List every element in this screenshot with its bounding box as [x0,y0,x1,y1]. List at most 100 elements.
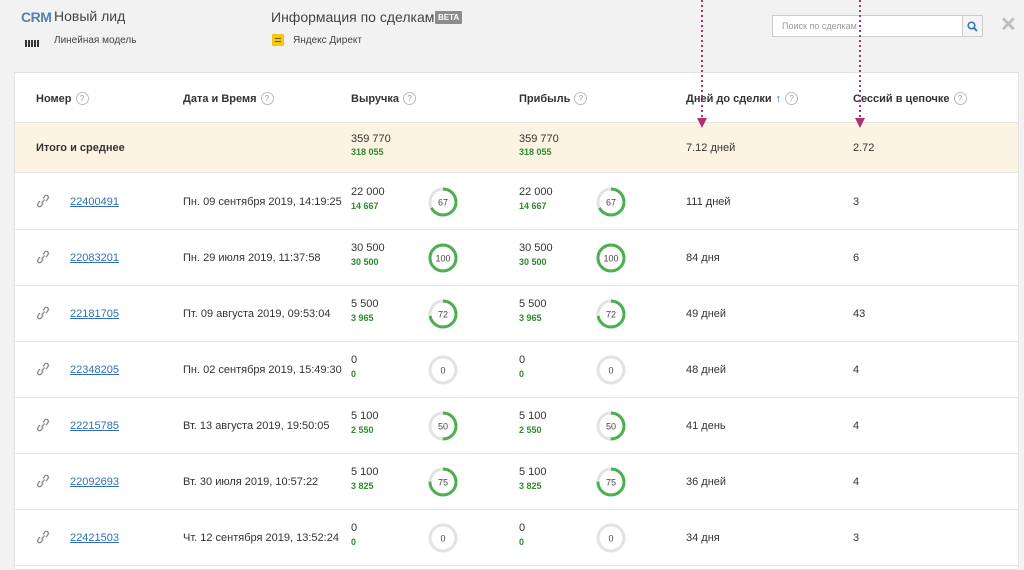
deal-datetime: Вт. 13 августа 2019, 19:50:05 [183,420,330,432]
svg-text:67: 67 [606,198,616,208]
deal-datetime: Пн. 29 июля 2019, 11:37:58 [183,252,321,264]
link-icon[interactable] [35,362,51,376]
svg-text:72: 72 [606,310,616,320]
table-row: 22421503 Чт. 12 сентября 2019, 13:52:24 0 0… [15,510,1018,566]
days-to-deal: 49 дней [686,308,727,320]
table-row: 22092693 Вт. 30 июля 2019, 10:57:22 5 100 3… [15,454,1018,510]
revenue-percent-donut: 75 [427,466,459,498]
svg-text:75: 75 [606,478,616,488]
lead-title: Новый лид [54,8,126,24]
svg-text:50: 50 [438,422,448,432]
totals-sessions: 2.72 [853,142,875,154]
days-to-deal: 34 дня [686,532,720,544]
col-number[interactable]: Номер? [36,92,89,105]
help-icon[interactable]: ? [574,92,588,105]
deal-number-link[interactable]: 22348205 [70,364,119,376]
profit-percent-donut: 72 [595,298,627,330]
revenue-percent-donut: 67 [427,186,459,218]
search-input[interactable]: Поиск по сделкам [772,15,965,37]
svg-text:100: 100 [603,254,618,264]
profit-cell: 5 100 2 550 [519,410,547,435]
search-button[interactable] [962,15,983,37]
svg-text:50: 50 [606,422,616,432]
svg-text:0: 0 [440,366,445,376]
profit-cell: 00 [519,522,526,547]
days-to-deal: 84 дня [686,252,720,264]
sessions-count: 6 [853,252,860,264]
revenue-percent-donut: 72 [427,298,459,330]
table-row: 22215785 Вт. 13 августа 2019, 19:50:05 5 1… [15,398,1018,454]
deals-table: Номер? Дата и Время? Выручка? Прибыль? Д… [14,72,1019,570]
svg-text:0: 0 [608,534,613,544]
days-to-deal: 111 дней [686,196,731,208]
deals-info-title: Информация по сделкам [271,9,435,25]
revenue-percent-donut: 0 [427,522,459,554]
days-to-deal: 41 день [686,420,726,432]
revenue-cell: 5 500 3 965 [351,298,379,323]
totals-profit: 359 770 318 055 [519,133,559,157]
totals-days: 7.12 дней [686,142,736,154]
attribution-model-label[interactable]: Линейная модель [54,35,136,46]
deal-datetime: Пт. 09 августа 2019, 09:53:04 [183,308,331,320]
table-row: 22348205 Пн. 02 сентября 2019, 15:49:30 0 0… [15,342,1018,398]
profit-percent-donut: 100 [595,242,627,274]
sessions-count: 43 [853,308,866,320]
link-icon[interactable] [35,306,51,320]
days-to-deal: 48 дней [686,364,727,376]
help-icon[interactable]: ? [403,92,417,105]
table-row: 22181705 Пт. 09 августа 2019, 09:53:04 5 5… [15,286,1018,342]
svg-text:72: 72 [438,310,448,320]
bars-icon [25,39,41,47]
sort-arrow-icon[interactable]: ↑ [776,93,782,105]
help-icon[interactable]: ? [953,92,967,105]
svg-text:0: 0 [440,534,445,544]
deal-number-link[interactable]: 22421503 [70,532,119,544]
col-datetime[interactable]: Дата и Время? [183,92,274,105]
profit-percent-donut: 50 [595,410,627,442]
table-row: 22400491 Пн. 09 сентября 2019, 14:19:25 22… [15,174,1018,230]
deal-number-link[interactable]: 22083201 [70,252,119,264]
profit-percent-donut: 0 [595,522,627,554]
svg-text:100: 100 [435,254,450,264]
col-sessions[interactable]: Сессий в цепочке? [853,92,967,105]
deal-number-link[interactable]: 22400491 [70,196,119,208]
profit-percent-donut: 0 [595,354,627,386]
source-label: Яндекс Директ [293,35,362,46]
col-days-to-deal[interactable]: Дней до сделки ↑? [686,92,799,105]
link-icon[interactable] [35,418,51,432]
help-icon[interactable]: ? [260,92,274,105]
link-icon[interactable] [35,194,51,208]
profit-percent-donut: 67 [595,186,627,218]
help-icon[interactable]: ? [785,92,799,105]
revenue-cell: 00 [351,522,358,547]
totals-revenue: 359 770 318 055 [351,133,391,157]
close-icon[interactable]: ✕ [1000,15,1017,35]
revenue-cell: 5 100 3 825 [351,466,379,491]
profit-cell: 5 500 3 965 [519,298,547,323]
days-to-deal: 36 дней [686,476,727,488]
profit-cell: 00 [519,354,526,379]
deal-datetime: Пн. 09 сентября 2019, 14:19:25 [183,196,342,208]
deal-datetime: Вт. 30 июля 2019, 10:57:22 [183,476,319,488]
revenue-cell: 00 [351,354,358,379]
search-icon [967,20,978,32]
deal-number-link[interactable]: 22092693 [70,476,119,488]
deal-datetime: Пн. 02 сентября 2019, 15:49:30 [183,364,342,376]
totals-row: Итого и среднее 359 770 318 055 359 770 … [15,123,1018,173]
beta-badge: BETA [435,11,463,24]
deal-datetime: Чт. 12 сентября 2019, 13:52:24 [183,532,339,544]
revenue-cell: 30 500 30 500 [351,242,385,267]
col-revenue[interactable]: Выручка? [351,92,417,105]
profit-cell: 5 100 3 825 [519,466,547,491]
link-icon[interactable] [35,530,51,544]
sessions-count: 3 [853,532,860,544]
help-icon[interactable]: ? [75,92,89,105]
col-profit[interactable]: Прибыль? [519,92,588,105]
deal-number-link[interactable]: 22215785 [70,420,119,432]
svg-text:0: 0 [608,366,613,376]
revenue-percent-donut: 100 [427,242,459,274]
link-icon[interactable] [35,474,51,488]
totals-label: Итого и среднее [36,142,125,154]
link-icon[interactable] [35,250,51,264]
deal-number-link[interactable]: 22181705 [70,308,119,320]
